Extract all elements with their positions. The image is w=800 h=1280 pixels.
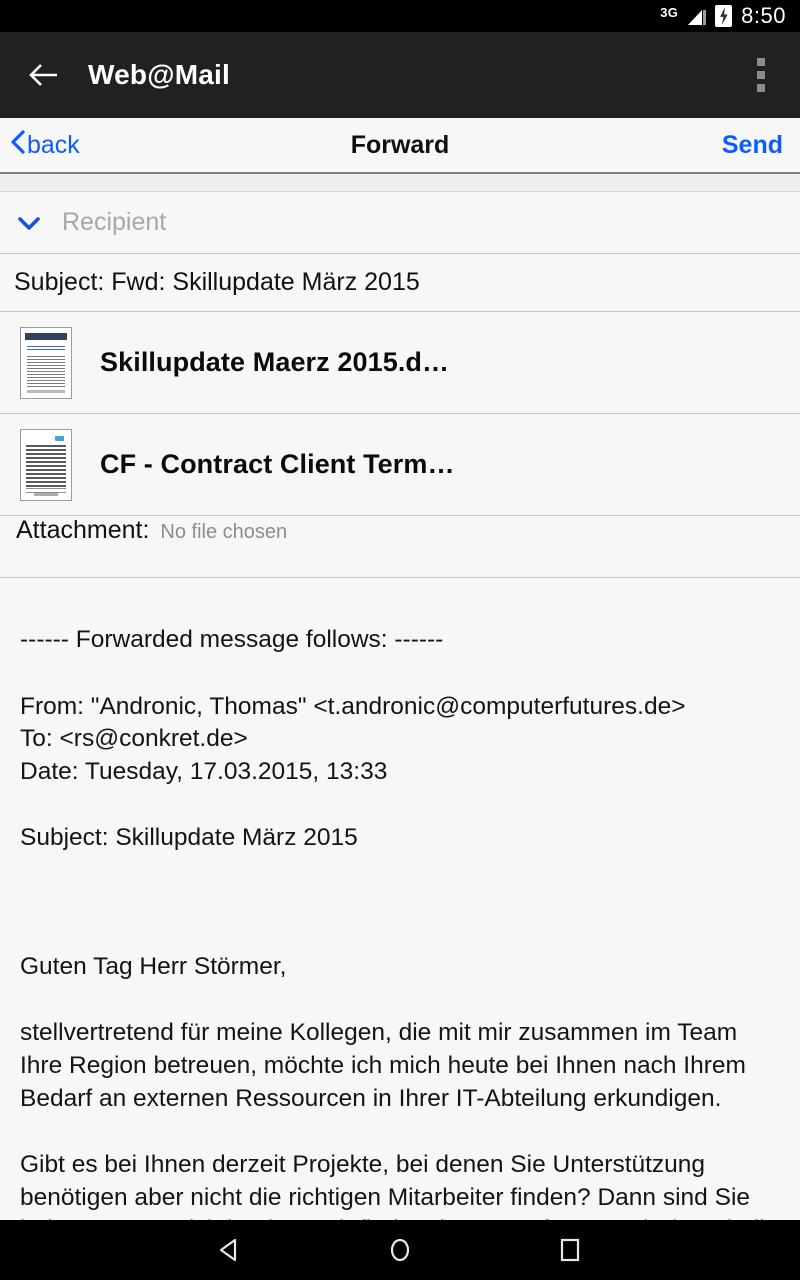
square-recents-icon[interactable] <box>540 1226 600 1274</box>
arrow-left-icon[interactable] <box>22 53 66 97</box>
phone-screen: 3G 8:50 Web@Mail back Forward Send Recip… <box>0 0 800 1280</box>
page-title: Forward <box>350 130 450 159</box>
back-button-label: back <box>27 130 80 159</box>
status-bar: 3G 8:50 <box>0 0 800 32</box>
toolbar-divider <box>0 174 800 192</box>
recipient-field[interactable]: Recipient <box>0 192 800 254</box>
attachment-name: Skillupdate Maerz 2015.d… <box>100 347 450 377</box>
attachment-picker-label: Attachment: <box>16 516 150 544</box>
status-bar-clock: 8:50 <box>741 3 786 28</box>
battery-charging-icon <box>715 5 733 27</box>
app-title: Web@Mail <box>88 59 230 90</box>
android-navigation-bar <box>0 1220 800 1280</box>
circle-home-icon[interactable] <box>370 1226 430 1274</box>
to-line: To: <rs@conkret.de> <box>20 725 248 753</box>
message-body[interactable]: ------ Forwarded message follows: ------… <box>0 578 800 1280</box>
recipient-placeholder: Recipient <box>62 208 167 236</box>
chevron-left-icon <box>10 128 26 163</box>
from-line: From: "Andronic, Thomas" <t.andronic@com… <box>20 692 686 720</box>
attachment-picker-value[interactable]: No file chosen <box>160 521 287 544</box>
triangle-back-icon[interactable] <box>200 1226 260 1274</box>
back-button[interactable]: back <box>0 128 80 163</box>
attachment-item[interactable]: Skillupdate Maerz 2015.d… <box>0 312 800 414</box>
date-line: Date: Tuesday, 17.03.2015, 13:33 <box>20 757 388 785</box>
forward-marker: ------ Forwarded message follows: ------ <box>20 626 444 653</box>
document-thumbnail-icon <box>20 428 72 501</box>
network-type-label: 3G <box>660 4 679 20</box>
signal-3g-icon <box>687 7 707 25</box>
subject-field[interactable]: Subject: Fwd: Skillupdate März 2015 <box>0 254 800 312</box>
chevron-down-icon[interactable] <box>14 208 44 238</box>
attachment-item[interactable]: CF - Contract Client Term… <box>0 414 800 516</box>
body-paragraph-1: stellvertretend für meine Kollegen, die … <box>20 1019 746 1112</box>
more-vertical-icon[interactable] <box>744 52 778 98</box>
app-bar: Web@Mail <box>0 32 800 118</box>
send-button[interactable]: Send <box>722 131 800 160</box>
greeting-line: Guten Tag Herr Störmer, <box>20 952 287 980</box>
document-thumbnail-icon <box>20 326 72 399</box>
forwarded-subject-line: Subject: Skillupdate März 2015 <box>20 824 358 852</box>
subject-text: Subject: Fwd: Skillupdate März 2015 <box>14 268 420 296</box>
attachment-picker-row: Attachment: No file chosen <box>0 516 800 578</box>
attachment-name: CF - Contract Client Term… <box>100 449 455 479</box>
compose-toolbar: back Forward Send <box>0 118 800 174</box>
